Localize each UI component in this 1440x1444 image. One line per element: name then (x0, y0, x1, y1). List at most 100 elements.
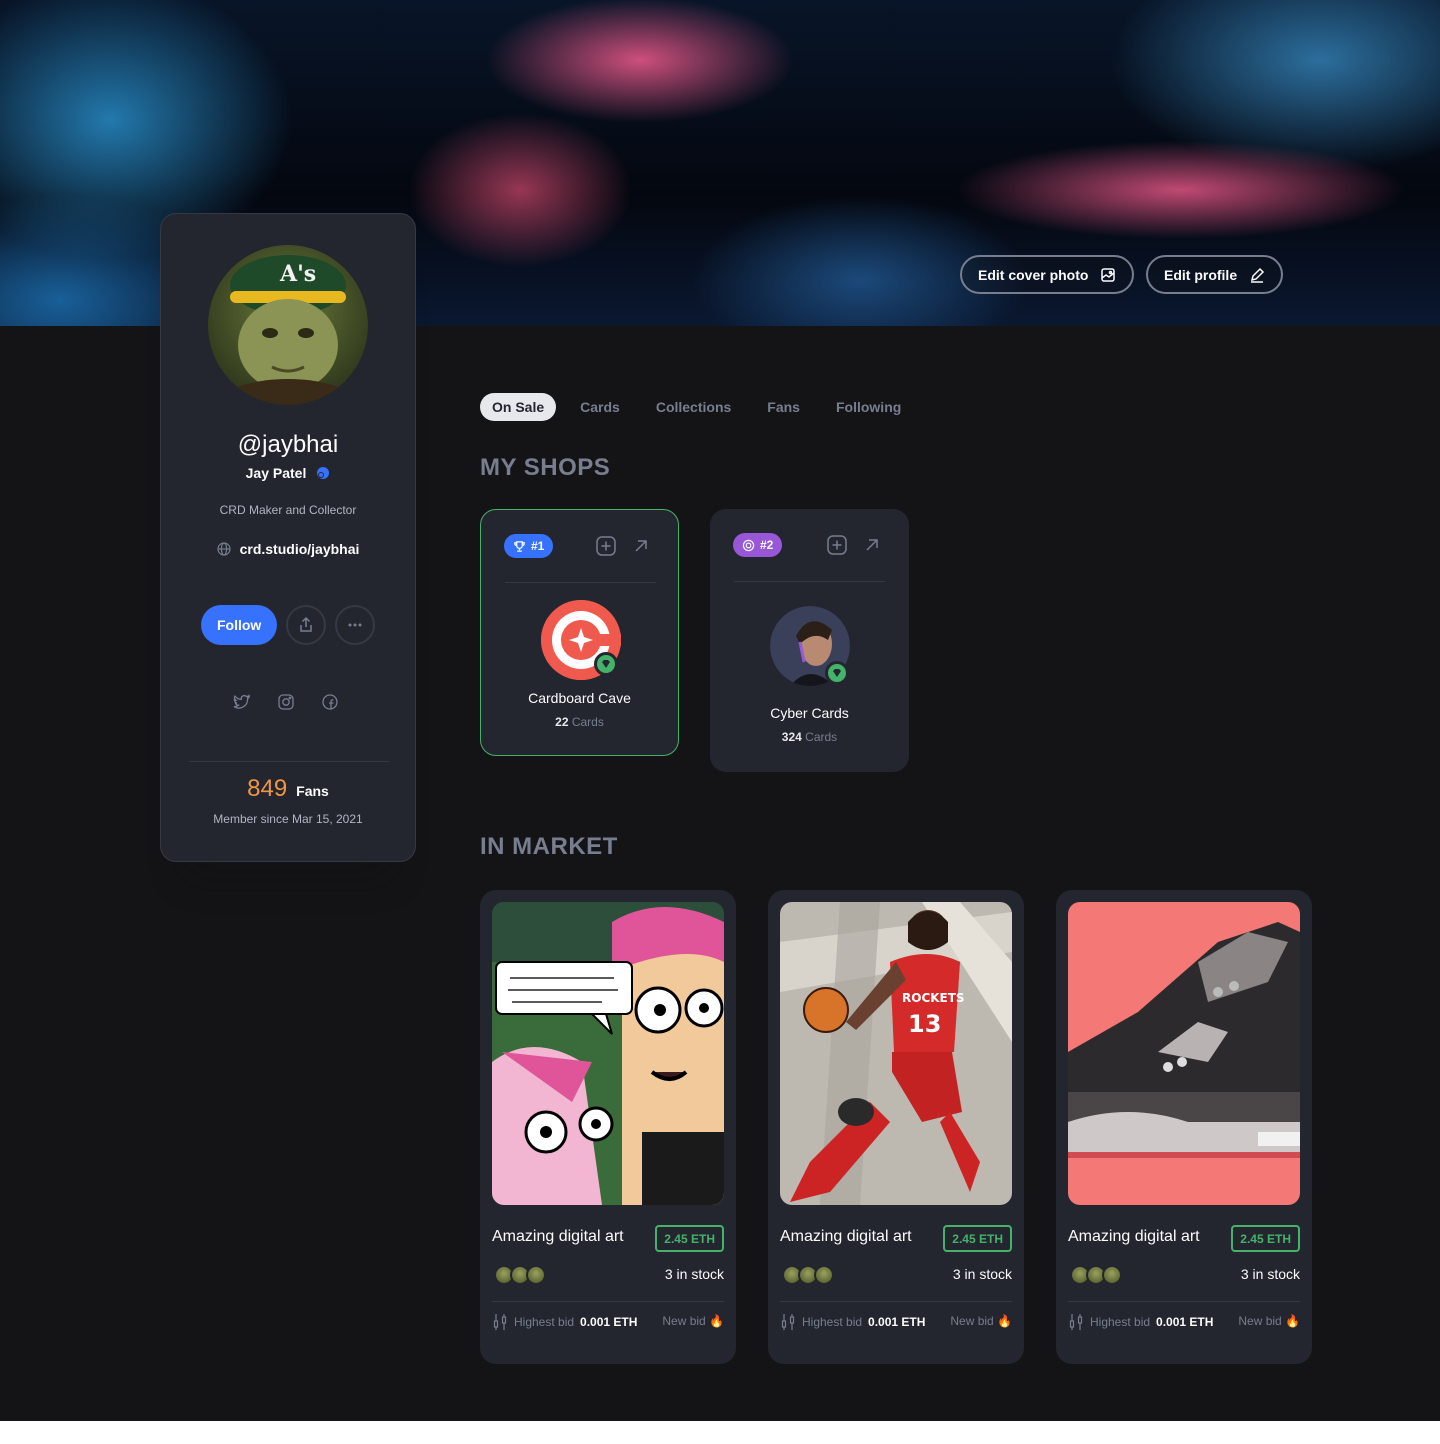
add-icon[interactable] (595, 535, 617, 557)
avatar (526, 1265, 546, 1285)
market-card[interactable]: Amazing digital art 2.45 ETH 3 in stock … (1056, 890, 1312, 1364)
highest-bid-label: Highest bid (514, 1315, 575, 1329)
market-card-price: 2.45 ETH (943, 1225, 1012, 1252)
svg-text:ROCKETS: ROCKETS (902, 991, 965, 1005)
tab-on-sale[interactable]: On Sale (480, 393, 557, 421)
member-since: Member since Mar 15, 2021 (213, 812, 363, 826)
shop-rank: #1 (531, 539, 545, 553)
profile-name-row: Jay Patel (161, 465, 415, 481)
shop-name: Cyber Cards (770, 705, 849, 721)
shop-rank: #2 (760, 538, 774, 552)
highest-bid-value: 0.001 ETH (1156, 1315, 1214, 1329)
verified-icon (317, 467, 330, 479)
target-icon (742, 539, 755, 551)
profile-card: A's @jaybhai Jay Patel CRD Maker and Col… (160, 213, 416, 862)
candlesticks-icon (781, 1314, 795, 1330)
profile-name: Jay Patel (245, 465, 307, 481)
more-options-button[interactable] (335, 605, 376, 645)
profile-divider (189, 761, 389, 762)
highest-bid-label: Highest bid (802, 1315, 863, 1329)
shop-rank-badge: #2 (733, 533, 783, 557)
shop-actions (826, 534, 883, 556)
profile-actions: Follow (201, 605, 376, 645)
shop-actions (595, 535, 652, 557)
market-card-image (1068, 902, 1300, 1205)
tab-cards[interactable]: Cards (568, 393, 632, 421)
follow-button[interactable]: Follow (201, 605, 278, 645)
new-bid-link[interactable]: New bid 🔥 (950, 1314, 1012, 1328)
market-card-divider (1068, 1301, 1300, 1302)
twitter-icon[interactable] (233, 693, 251, 711)
svg-text:13: 13 (908, 1010, 941, 1038)
my-shops-heading: MY SHOPS (480, 454, 611, 481)
shop-divider (734, 581, 885, 582)
market-card-title: Amazing digital art (1068, 1228, 1200, 1245)
trophy-icon (514, 540, 525, 552)
edit-cover-photo-button[interactable]: Edit cover photo (960, 255, 1135, 294)
facebook-icon[interactable] (321, 693, 339, 711)
share-button[interactable] (286, 605, 327, 645)
avatar (814, 1265, 834, 1285)
highest-bid: Highest bid 0.001 ETH (1068, 1313, 1213, 1331)
shop-divider (505, 582, 656, 583)
shop-count-label: Cards (805, 730, 838, 744)
shop-card-count: 324 Cards (710, 730, 909, 744)
shop-count-label: Cards (571, 715, 604, 729)
owner-avatars (494, 1265, 546, 1285)
basketball-art-image: ROCKETS 13 (780, 902, 1012, 1205)
highest-bid: Highest bid 0.001 ETH (780, 1313, 925, 1331)
market-card[interactable]: Amazing digital art 2.45 ETH 3 in stock … (480, 890, 736, 1364)
arrow-up-right-icon[interactable] (861, 534, 883, 556)
social-links (233, 693, 339, 711)
image-icon (1101, 267, 1116, 282)
in-market-heading: IN MARKET (480, 833, 618, 860)
highest-bid: Highest bid 0.001 ETH (492, 1313, 637, 1331)
edit-profile-label: Edit profile (1164, 266, 1238, 283)
highest-bid-value: 0.001 ETH (580, 1315, 638, 1329)
tab-collections[interactable]: Collections (644, 393, 743, 421)
footer-strip (0, 1421, 1440, 1444)
shop-count-value: 324 (781, 730, 802, 744)
edit-profile-button[interactable]: Edit profile (1146, 255, 1284, 294)
shop-card-count: 22 Cards (481, 715, 678, 729)
avatar-image: A's (218, 255, 358, 405)
shop-rank-badge: #1 (504, 534, 554, 558)
highest-bid-label: Highest bid (1090, 1315, 1151, 1329)
avatar (1102, 1265, 1122, 1285)
share-icon (300, 616, 313, 632)
pencil-icon (1251, 267, 1265, 283)
profile-bio: CRD Maker and Collector (219, 503, 357, 517)
more-icon (348, 623, 362, 627)
market-card[interactable]: ROCKETS 13 Amazing digital art 2.45 ETH … (768, 890, 1024, 1364)
shop-count-value: 22 (555, 715, 569, 729)
new-bid-link[interactable]: New bid 🔥 (1238, 1314, 1300, 1328)
market-card-stock: 3 in stock (664, 1266, 724, 1282)
shop-card[interactable]: #1 Cardboard Cave 22 Cards (480, 509, 679, 756)
profile-website[interactable]: crd.studio/jaybhai (161, 541, 415, 557)
shop-name: Cardboard Cave (528, 690, 631, 706)
add-icon[interactable] (826, 534, 848, 556)
market-card-stock: 3 in stock (952, 1266, 1012, 1282)
fans-stat: 849 Fans (161, 775, 415, 803)
globe-icon (216, 542, 231, 556)
market-card-divider (780, 1301, 1012, 1302)
tab-following[interactable]: Following (824, 393, 913, 421)
website-link[interactable]: crd.studio/jaybhai (240, 541, 360, 557)
market-card-price: 2.45 ETH (1231, 1225, 1300, 1252)
fans-count: 849 (247, 775, 288, 802)
tab-fans[interactable]: Fans (755, 393, 812, 421)
highest-bid-value: 0.001 ETH (868, 1315, 926, 1329)
owner-avatars (782, 1265, 834, 1285)
comic-art-image (492, 902, 724, 1205)
market-card-title: Amazing digital art (780, 1228, 912, 1245)
new-bid-link[interactable]: New bid 🔥 (662, 1314, 724, 1328)
candlesticks-icon (493, 1314, 507, 1330)
fans-label: Fans (296, 783, 329, 799)
instagram-icon[interactable] (277, 693, 295, 711)
market-card-divider (492, 1301, 724, 1302)
edit-cover-photo-label: Edit cover photo (978, 266, 1089, 283)
shop-card[interactable]: #2 Cyber Cards 324 Cards (710, 509, 909, 772)
candlesticks-icon (1069, 1314, 1083, 1330)
diamond-badge-icon (594, 652, 618, 676)
arrow-up-right-icon[interactable] (630, 535, 652, 557)
